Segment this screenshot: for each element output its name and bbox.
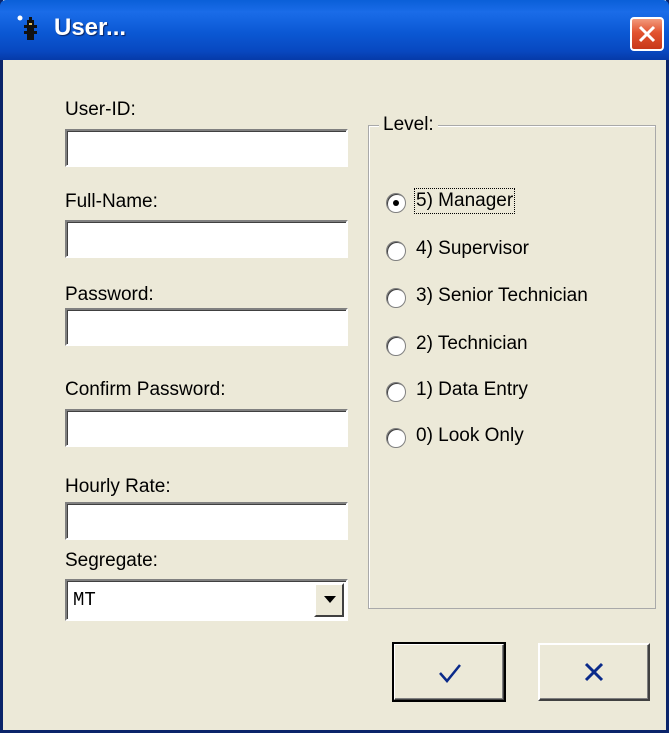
radio-button[interactable] <box>386 382 406 402</box>
level-option-label: 1) Data Entry <box>416 379 528 400</box>
level-option-label: 5) Manager <box>413 188 516 214</box>
segregate-value: MT <box>73 589 96 611</box>
close-button[interactable] <box>630 17 664 51</box>
x-icon <box>584 662 604 682</box>
app-icon <box>17 15 37 40</box>
level-option-label: 4) Supervisor <box>416 238 529 259</box>
segregate-dropdown-button[interactable] <box>314 583 344 617</box>
user-id-input[interactable] <box>65 129 348 167</box>
password-input[interactable] <box>65 308 348 346</box>
radio-button[interactable] <box>386 336 406 356</box>
ok-button[interactable] <box>392 642 506 702</box>
radio-button[interactable] <box>386 428 406 448</box>
cancel-button[interactable] <box>538 643 650 701</box>
title-bar[interactable]: User... <box>0 0 669 60</box>
password-label: Password: <box>65 284 154 305</box>
user-id-label: User-ID: <box>65 99 136 120</box>
hourly-rate-label: Hourly Rate: <box>65 476 171 497</box>
close-icon <box>638 25 656 43</box>
confirm-password-label: Confirm Password: <box>65 379 226 400</box>
level-option-label: 3) Senior Technician <box>416 285 588 306</box>
window-title: User... <box>54 14 127 41</box>
full-name-label: Full-Name: <box>65 191 158 212</box>
confirm-password-input[interactable] <box>65 409 348 447</box>
segregate-select[interactable]: MT <box>65 579 348 621</box>
checkmark-icon <box>439 664 461 683</box>
full-name-input[interactable] <box>65 220 348 258</box>
user-dialog: User... User-ID: Full-Name: Password: Co… <box>0 0 669 733</box>
level-option-label: 0) Look Only <box>416 425 524 446</box>
level-option-label: 2) Technician <box>416 333 528 354</box>
segregate-label: Segregate: <box>65 550 158 571</box>
level-group-title: Level: <box>379 114 438 136</box>
chevron-down-icon <box>324 596 336 603</box>
radio-button[interactable] <box>386 241 406 261</box>
radio-button[interactable] <box>386 288 406 308</box>
radio-button[interactable] <box>386 193 406 213</box>
hourly-rate-input[interactable] <box>65 502 348 540</box>
radio-selected-dot <box>393 200 399 206</box>
